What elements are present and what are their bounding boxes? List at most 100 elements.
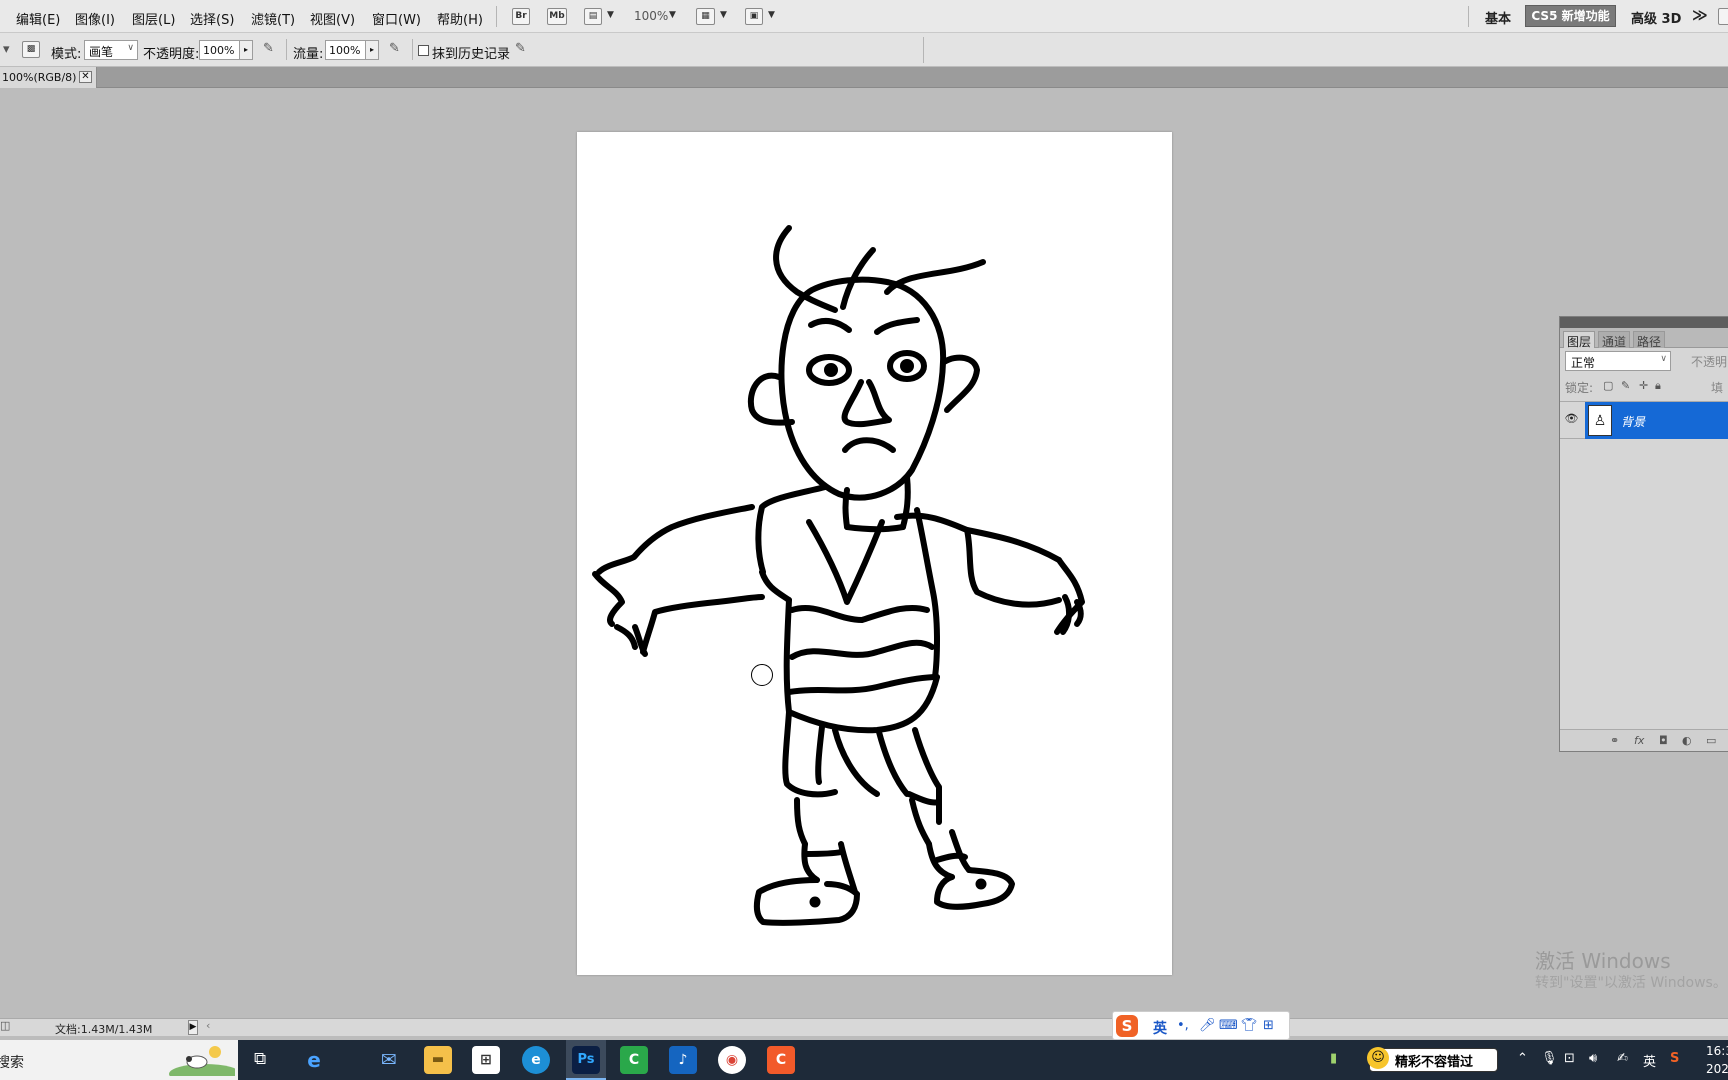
document-tab[interactable]: 100%(RGB/8) ✕	[0, 67, 97, 88]
volume-icon[interactable]: 🔊︎	[1589, 1051, 1597, 1066]
layer-row-background[interactable]: 👁︎ ♙ 背景	[1560, 401, 1728, 439]
bridge-button[interactable]: Br	[512, 8, 530, 25]
menu-filter[interactable]: 滤镜(T)	[251, 9, 295, 28]
chevron-down-icon[interactable]: ▼	[720, 10, 727, 20]
network-icon[interactable]: ⊡	[1564, 1051, 1575, 1066]
tab-channels[interactable]: 通道	[1598, 331, 1631, 349]
fill-label[interactable]: 填	[1711, 379, 1723, 396]
skin-shirt-icon[interactable]: 👕︎	[1241, 1018, 1258, 1033]
lock-all-icon[interactable]: 🔒︎	[1655, 379, 1661, 393]
chevron-down-icon[interactable]: ▼	[607, 10, 614, 20]
clock-date[interactable]: 202	[1706, 1062, 1728, 1076]
menu-separator	[496, 6, 497, 27]
screen-mode-button[interactable]: ▣	[745, 8, 763, 25]
document-size-info[interactable]: 文档:1.43M/1.43M	[55, 1021, 152, 1037]
opacity-slider-arrow[interactable]: ▸	[239, 40, 253, 60]
menu-layer[interactable]: 图层(L)	[132, 9, 175, 28]
sogou-logo-icon[interactable]: S	[1116, 1015, 1138, 1037]
panel-toggle-icon[interactable]	[1718, 8, 1728, 25]
mode-label: 模式:	[51, 47, 82, 62]
chevron-up-icon[interactable]: ⌃	[1517, 1051, 1528, 1066]
input-language[interactable]: 英	[1643, 1051, 1656, 1070]
mode-select[interactable]: 画笔 ∨	[84, 40, 138, 60]
mail-icon[interactable]: ✉	[375, 1046, 403, 1074]
menu-edit[interactable]: 编辑(E)	[16, 9, 60, 28]
clock-time[interactable]: 16:3	[1706, 1044, 1728, 1058]
scroll-left-icon[interactable]: ‹	[206, 1019, 210, 1032]
options-separator	[923, 37, 924, 63]
menu-select[interactable]: 选择(S)	[190, 9, 234, 28]
sogou-tray-icon[interactable]: S	[1670, 1051, 1679, 1066]
arrange-documents-button[interactable]: ▦	[696, 8, 715, 25]
layer-selected[interactable]: ♙ 背景	[1585, 402, 1728, 439]
task-view-icon[interactable]: ⧉	[254, 1049, 266, 1069]
tab-paths[interactable]: 路径	[1633, 331, 1666, 349]
close-icon[interactable]: ✕	[79, 71, 92, 83]
toolbox-grid-icon[interactable]: ⊞	[1263, 1018, 1274, 1033]
flow-input[interactable]: 100%	[325, 40, 366, 60]
lock-transparency-icon[interactable]: ▢	[1603, 379, 1613, 392]
menu-bar: 编辑(E) 图像(I) 图层(L) 选择(S) 滤镜(T) 视图(V) 窗口(W…	[0, 0, 1728, 33]
flow-slider-arrow[interactable]: ▸	[365, 40, 379, 60]
erase-history-label[interactable]: 抹到历史记录	[432, 43, 510, 62]
ime-language[interactable]: 英	[1153, 1018, 1167, 1038]
workspace-basic[interactable]: 基本	[1485, 8, 1511, 27]
news-text[interactable]: 精彩不容错过	[1395, 1051, 1473, 1070]
layer-mask-icon[interactable]: ◘	[1659, 734, 1668, 747]
status-menu-icon[interactable]: ◫	[0, 1019, 10, 1032]
lock-position-icon[interactable]: ✛	[1639, 379, 1648, 392]
zoom-level[interactable]: 100%	[634, 9, 668, 23]
tool-preset-caret-icon[interactable]: ▾	[3, 42, 10, 57]
layer-opacity-label[interactable]: 不透明	[1691, 353, 1727, 370]
internet-explorer-icon[interactable]: e	[300, 1046, 328, 1074]
cartoon-boy-drawing	[592, 225, 1085, 926]
pressure-opacity-icon[interactable]: ✎	[263, 41, 274, 56]
brush-panel-icon[interactable]: ▩	[22, 41, 40, 58]
blend-mode-select[interactable]: 正常 ∨	[1565, 351, 1671, 371]
fx-icon[interactable]: fx	[1634, 734, 1644, 747]
store-icon[interactable]: ⊞	[472, 1046, 500, 1074]
mini-bridge-button[interactable]: Mb	[547, 8, 567, 25]
app-blue-icon[interactable]: ♪	[669, 1046, 697, 1074]
document-tab-strip: 100%(RGB/8) ✕	[0, 67, 1728, 88]
ime-punct[interactable]: •,	[1177, 1018, 1189, 1033]
new-group-icon[interactable]: ▭	[1706, 734, 1716, 747]
view-extras-button[interactable]: ▤	[584, 8, 602, 25]
workspace-advanced-3d[interactable]: 高级 3D	[1631, 8, 1681, 27]
lock-pixels-icon[interactable]: ✎	[1621, 379, 1630, 392]
chrome-icon[interactable]: ◉	[718, 1046, 746, 1074]
app-orange-icon[interactable]: C	[767, 1046, 795, 1074]
eye-icon[interactable]: 👁︎	[1563, 412, 1580, 428]
microphone-icon[interactable]: 🎤︎	[1199, 1018, 1216, 1033]
menu-view[interactable]: 视图(V)	[310, 9, 355, 28]
battery-icon[interactable]: ▮	[1330, 1051, 1337, 1066]
chevron-down-icon[interactable]: ▼	[669, 10, 676, 20]
chevron-down-icon[interactable]: ▼	[768, 10, 775, 20]
erase-history-checkbox[interactable]	[418, 45, 429, 56]
airbrush-icon[interactable]: ✎	[389, 41, 400, 56]
camtasia-icon[interactable]: C	[620, 1046, 648, 1074]
lock-label: 锁定:	[1565, 381, 1594, 395]
file-explorer-icon[interactable]: ▬	[424, 1046, 452, 1074]
tab-layers[interactable]: 图层	[1563, 331, 1596, 349]
adjustment-layer-icon[interactable]: ◐	[1682, 734, 1692, 747]
edge-icon[interactable]: e	[522, 1046, 550, 1074]
options-bar: ▾ ▩ 模式: 画笔 ∨ 不透明度: 100% ▸ ✎ 流量: 100% ▸ ✎…	[0, 33, 1728, 67]
microphone-tray-icon[interactable]: 🎙︎	[1541, 1051, 1558, 1066]
menu-image[interactable]: 图像(I)	[75, 9, 115, 28]
layer-name[interactable]: 背景	[1621, 413, 1645, 430]
more-workspaces-icon[interactable]: ≫	[1692, 6, 1708, 24]
document-canvas[interactable]	[577, 132, 1172, 975]
pressure-size-icon[interactable]: ✎	[515, 41, 526, 56]
menu-window[interactable]: 窗口(W)	[372, 9, 421, 28]
taskbar-search[interactable]: 搜索	[0, 1040, 238, 1080]
opacity-input[interactable]: 100%	[199, 40, 240, 60]
pen-icon[interactable]: ✍	[1617, 1051, 1628, 1066]
workspace-new-features[interactable]: CS5 新增功能	[1525, 5, 1616, 27]
keyboard-icon[interactable]: ⌨	[1219, 1018, 1238, 1033]
photoshop-icon[interactable]: Ps	[572, 1046, 600, 1074]
panel-title-bar[interactable]	[1560, 317, 1728, 328]
link-layers-icon[interactable]: ⚭	[1610, 734, 1619, 747]
menu-help[interactable]: 帮助(H)	[437, 9, 483, 28]
status-expand-arrow[interactable]: ▶	[188, 1020, 198, 1035]
